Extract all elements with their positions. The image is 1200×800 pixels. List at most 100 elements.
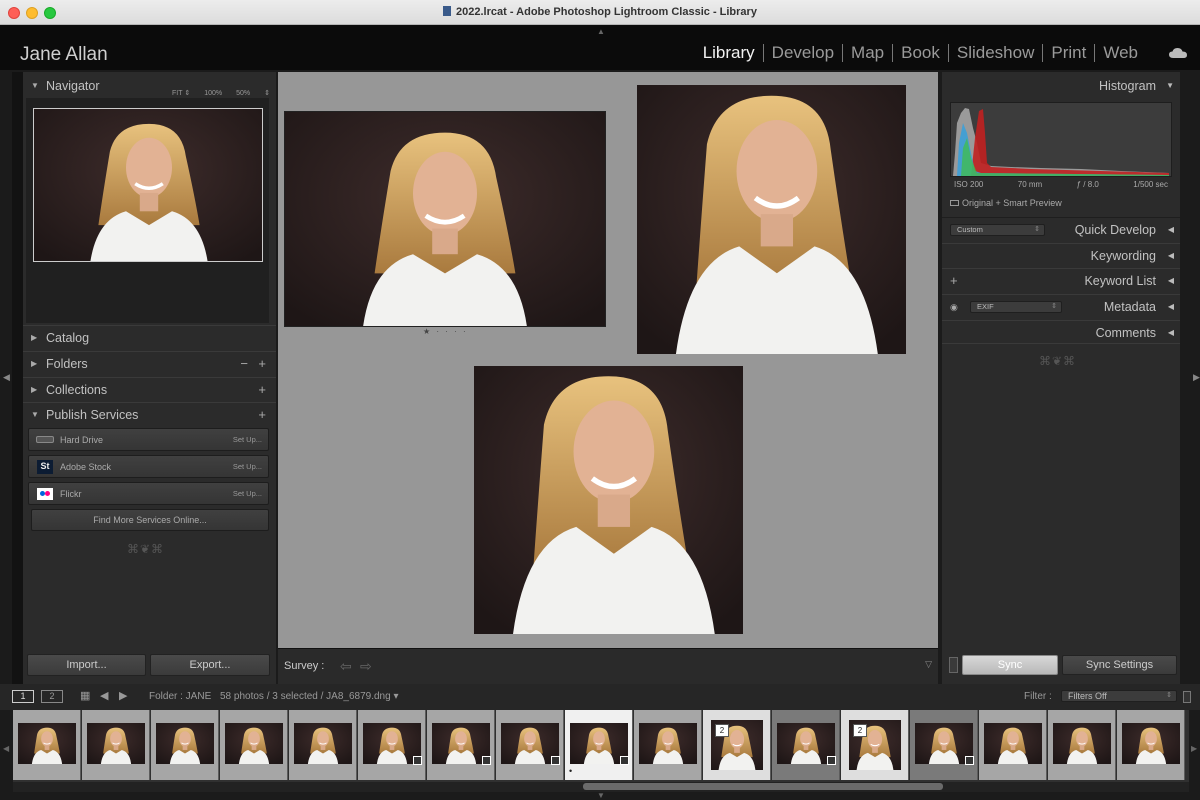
edited-badge-icon — [413, 756, 422, 765]
module-print[interactable]: Print — [1043, 44, 1096, 62]
window-title-text: 2022.lrcat - Adobe Photoshop Lightroom C… — [456, 6, 757, 18]
sync-button[interactable]: Sync — [962, 655, 1058, 675]
filmstrip-thumbnail[interactable] — [82, 710, 150, 780]
left-panel-toggle-icon[interactable]: ◀ — [3, 372, 10, 383]
filmstrip-thumbnail[interactable]: • — [565, 710, 633, 780]
photo-rating[interactable]: ★ · · · · — [423, 327, 468, 336]
comments-header[interactable]: Comments ◀ — [942, 320, 1180, 344]
keywording-header[interactable]: Keywording ◀ — [942, 243, 1180, 267]
expand-triangle-icon: ◀ — [1167, 276, 1174, 285]
navigator-header[interactable]: ▼ Navigator FIT ⇕ 100% 50% ⇕ — [23, 74, 276, 98]
import-button[interactable]: Import... — [27, 654, 146, 676]
filmstrip-scrollbar-thumb[interactable] — [583, 783, 943, 790]
find-more-services-button[interactable]: Find More Services Online... — [31, 509, 269, 531]
module-slideshow[interactable]: Slideshow — [949, 44, 1044, 62]
flickr-icon — [37, 488, 53, 500]
main-screen-button[interactable]: 1 — [12, 690, 34, 703]
filmstrip-thumbnail[interactable] — [1048, 710, 1116, 780]
next-photo-icon[interactable]: ⇨ — [360, 658, 372, 675]
aperture-value: ƒ / 8.0 — [1076, 180, 1099, 189]
edited-badge-icon — [620, 756, 629, 765]
comments-title: Comments — [1095, 326, 1156, 340]
remove-folder-icon[interactable]: − — [240, 352, 248, 376]
filter-dropdown[interactable]: Filters Off — [1061, 690, 1177, 702]
sync-settings-button[interactable]: Sync Settings — [1062, 655, 1177, 675]
stack-count-badge[interactable]: 2 — [853, 724, 867, 737]
previous-photo-icon[interactable]: ⇦ — [340, 658, 352, 675]
filmstrip-thumbnail[interactable] — [1117, 710, 1185, 780]
publish-service-flickr[interactable]: Flickr Set Up... — [28, 482, 269, 505]
stack-count-badge[interactable]: 2 — [715, 724, 729, 737]
module-develop[interactable]: Develop — [764, 44, 844, 62]
keyword-list-header[interactable]: + Keyword List ◀ — [942, 268, 1180, 292]
catalog-label: Catalog — [46, 331, 90, 345]
auto-sync-switch[interactable] — [949, 657, 958, 673]
add-keyword-icon[interactable]: + — [950, 269, 958, 293]
thumbnail-image — [1053, 723, 1111, 764]
module-book[interactable]: Book — [893, 44, 949, 62]
second-screen-button[interactable]: 2 — [41, 690, 63, 703]
thumbnail-rating[interactable]: • — [569, 766, 572, 776]
filmstrip-thumbnail[interactable] — [772, 710, 840, 780]
survey-photo-3[interactable] — [474, 366, 743, 634]
back-arrow-icon[interactable]: ◀ — [100, 689, 108, 702]
filmstrip-thumbnail[interactable] — [358, 710, 426, 780]
filmstrip-scroll-left-icon[interactable]: ◀ — [3, 744, 9, 753]
grid-view-icon[interactable]: ▦ — [80, 689, 90, 702]
add-folder-icon[interactable]: + — [258, 352, 266, 376]
setup-link[interactable]: Set Up... — [233, 456, 262, 478]
filmstrip-thumbnail[interactable]: 2 — [703, 710, 771, 780]
cloud-sync-icon[interactable] — [1169, 47, 1187, 59]
metadata-header[interactable]: ◉ EXIF Metadata ◀ — [942, 294, 1180, 318]
survey-photo-1[interactable] — [284, 111, 606, 327]
edited-badge-icon — [551, 756, 560, 765]
collections-header[interactable]: ▶ Collections + — [23, 377, 276, 401]
histogram-header[interactable]: Histogram ▼ — [942, 74, 1180, 98]
module-map[interactable]: Map — [843, 44, 894, 62]
filmstrip-thumbnail[interactable] — [496, 710, 564, 780]
survey-photo-2[interactable] — [637, 85, 906, 354]
add-publish-service-icon[interactable]: + — [258, 403, 266, 427]
eye-icon[interactable]: ◉ — [950, 295, 958, 319]
metadata-title: Metadata — [1103, 300, 1156, 314]
service-name: Flickr — [60, 489, 82, 499]
catalog-header[interactable]: ▶ Catalog — [23, 325, 276, 349]
filmstrip-thumbnail[interactable] — [634, 710, 702, 780]
toolbar-options-icon[interactable]: ▽ — [925, 659, 932, 670]
filmstrip-thumbnail[interactable] — [979, 710, 1047, 780]
thumbnail-image — [294, 723, 352, 764]
setup-link[interactable]: Set Up... — [233, 429, 262, 451]
smart-preview-status[interactable]: Original + Smart Preview — [950, 198, 1062, 208]
forward-arrow-icon[interactable]: ▶ — [119, 689, 127, 702]
filter-label: Filter : — [1024, 691, 1052, 702]
quick-develop-header[interactable]: Custom Quick Develop ◀ — [942, 217, 1180, 241]
folders-header[interactable]: ▶ Folders − + — [23, 351, 276, 375]
module-library[interactable]: Library — [695, 44, 764, 62]
folder-source[interactable]: Folder : JANE — [149, 691, 211, 702]
filmstrip-scroll-right-icon[interactable]: ▶ — [1191, 744, 1197, 753]
publish-services-header[interactable]: ▼ Publish Services + — [23, 402, 276, 426]
filmstrip-thumbnail[interactable] — [13, 710, 81, 780]
filter-lock-icon[interactable] — [1183, 691, 1191, 703]
filmstrip-thumbnail[interactable] — [151, 710, 219, 780]
navigator-photo[interactable] — [33, 108, 263, 262]
identity-plate-bar: ▲ Jane Allan Library Develop Map Book Sl… — [0, 25, 1200, 70]
saved-preset-dropdown[interactable]: Custom — [950, 224, 1045, 236]
histogram[interactable] — [950, 102, 1172, 177]
module-web[interactable]: Web — [1095, 44, 1146, 62]
right-panel-toggle-icon[interactable]: ▶ — [1193, 372, 1200, 383]
bottom-panel-toggle-icon[interactable]: ▼ — [597, 791, 605, 800]
publish-service-adobe-stock[interactable]: St Adobe Stock Set Up... — [28, 455, 269, 478]
photo-count[interactable]: 58 photos / 3 selected / JA8_6879.dng ▾ — [220, 691, 398, 702]
metadata-preset-dropdown[interactable]: EXIF — [970, 301, 1062, 313]
top-panel-toggle-icon[interactable]: ▲ — [597, 27, 605, 36]
filmstrip-thumbnail[interactable] — [220, 710, 288, 780]
filmstrip-thumbnail[interactable] — [910, 710, 978, 780]
publish-service-hard-drive[interactable]: Hard Drive Set Up... — [28, 428, 269, 451]
filmstrip-thumbnail[interactable]: 2 — [841, 710, 909, 780]
add-collection-icon[interactable]: + — [258, 378, 266, 402]
filmstrip-thumbnail[interactable] — [427, 710, 495, 780]
filmstrip-thumbnail[interactable] — [289, 710, 357, 780]
setup-link[interactable]: Set Up... — [233, 483, 262, 505]
export-button[interactable]: Export... — [150, 654, 270, 676]
